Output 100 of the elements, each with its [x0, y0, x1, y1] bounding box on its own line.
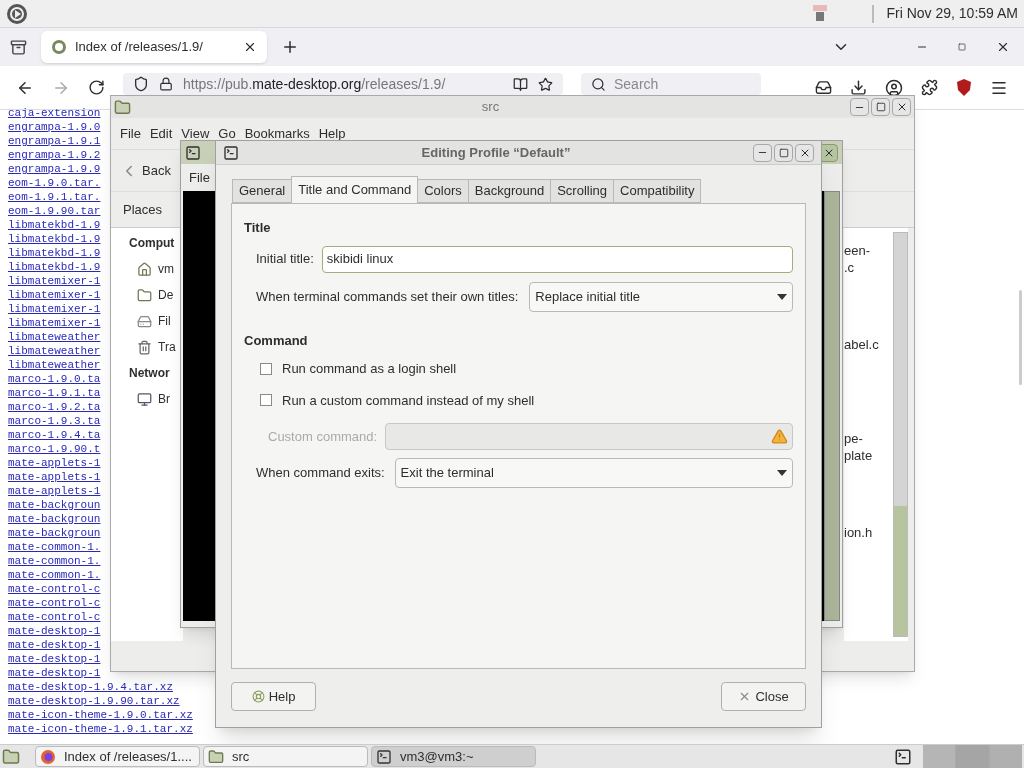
file-link[interactable]: mate-desktop-1	[8, 625, 101, 637]
workspace-switcher[interactable]	[923, 744, 1022, 768]
file-link[interactable]: libmatekbd-1.9	[8, 219, 101, 231]
file-link[interactable]: mate-control-c	[8, 597, 101, 609]
menu-item[interactable]: Help	[318, 123, 346, 144]
title-mode-dropdown[interactable]: Replace initial title	[529, 281, 793, 312]
tab-list-icon[interactable]	[10, 38, 27, 56]
checkbox-label[interactable]: Run command as a login shell	[282, 359, 457, 379]
close-tab-icon[interactable]	[243, 40, 257, 54]
menu-item[interactable]: File	[120, 123, 141, 144]
file-link[interactable]: marco-1.9.0.ta	[8, 373, 101, 385]
file-link[interactable]: libmatemixer-1	[8, 275, 101, 287]
reader-view-icon[interactable]	[513, 76, 528, 92]
taskbar-button[interactable]: Index of /releases/1....	[35, 746, 200, 767]
help-button[interactable]: Help	[231, 682, 316, 711]
tab[interactable]: Scrolling	[550, 179, 615, 203]
clock[interactable]: Fri Nov 29, 10:59 AM	[886, 3, 1018, 24]
file-link[interactable]: mate-icon-theme-1.9.1.tar.xz	[8, 723, 193, 735]
terminal-tray-icon[interactable]	[894, 747, 912, 766]
file-link[interactable]: libmatemixer-1	[8, 289, 101, 301]
account-icon[interactable]	[885, 78, 903, 97]
network-tray-icon[interactable]	[812, 3, 829, 24]
file-link[interactable]: marco-1.9.1.ta	[8, 387, 101, 399]
file-link[interactable]: libmateweather	[8, 359, 101, 371]
file-name[interactable]: pe- plate	[844, 430, 893, 464]
sidebar-item[interactable]: De	[158, 286, 174, 304]
file-link[interactable]: libmateweather	[8, 331, 101, 343]
file-link[interactable]: mate-common-1.	[8, 555, 101, 567]
file-link[interactable]: mate-desktop-1	[8, 667, 101, 679]
exit-action-dropdown[interactable]: Exit the terminal	[394, 458, 793, 488]
scrollbar[interactable]	[893, 232, 908, 637]
scrollbar[interactable]	[824, 191, 840, 621]
checkbox[interactable]	[260, 394, 272, 407]
initial-title-field[interactable]: skibidi linux	[321, 245, 793, 273]
file-link[interactable]: mate-backgroun	[8, 527, 101, 539]
file-link[interactable]: eom-1.9.1.tar.	[8, 191, 101, 203]
menu-item[interactable]: Edit	[149, 123, 173, 144]
places-label[interactable]: Places	[123, 199, 163, 220]
file-link[interactable]: mate-desktop-1	[8, 639, 101, 651]
page-scrollbar[interactable]	[1019, 290, 1022, 385]
maximize-icon[interactable]	[958, 43, 966, 51]
file-link[interactable]: mate-common-1.	[8, 569, 101, 581]
close-button[interactable]: Close	[721, 682, 806, 711]
file-name[interactable]: abel.c	[844, 336, 893, 353]
menu-item[interactable]: View	[181, 123, 210, 144]
file-link[interactable]: libmatekbd-1.9	[8, 233, 101, 245]
sidebar-item[interactable]: Br	[158, 390, 170, 408]
file-link[interactable]: mate-applets-1	[8, 471, 101, 483]
file-link[interactable]: mate-desktop-1.9.90.tar.xz	[8, 695, 180, 707]
menu-logo-icon[interactable]	[6, 2, 28, 25]
file-link[interactable]: marco-1.9.2.ta	[8, 401, 101, 413]
file-link[interactable]: libmatekbd-1.9	[8, 261, 101, 273]
file-link[interactable]: marco-1.9.4.ta	[8, 429, 101, 441]
file-link[interactable]: eom-1.9.90.tar	[8, 205, 101, 217]
taskbar-button[interactable]: vm3@vm3:~	[371, 746, 536, 767]
address-bar[interactable]: https://pub.mate-desktop.org/releases/1.9/	[123, 73, 563, 95]
menu-item[interactable]: Go	[218, 123, 236, 144]
checkbox[interactable]	[260, 362, 272, 375]
taskbar-button[interactable]: src	[203, 746, 368, 767]
file-link[interactable]: libmatekbd-1.9	[8, 247, 101, 259]
file-link[interactable]: marco-1.9.3.ta	[8, 415, 101, 427]
tab[interactable]: General	[232, 179, 293, 203]
file-link[interactable]: libmatemixer-1	[8, 317, 101, 329]
close-button[interactable]	[892, 98, 911, 116]
browser-tab[interactable]: Index of /releases/1.9/	[41, 31, 267, 63]
maximize-button[interactable]	[871, 98, 890, 116]
file-link[interactable]: caja-extension	[8, 107, 101, 119]
file-link[interactable]: mate-applets-1	[8, 485, 101, 497]
file-link[interactable]: mate-control-c	[8, 611, 101, 623]
file-link[interactable]: engrampa-1.9.2	[8, 149, 101, 161]
sidebar-item[interactable]: vm	[158, 260, 174, 278]
back-button[interactable]: Back	[120, 160, 171, 181]
shield-extension-icon[interactable]	[956, 79, 972, 96]
tab[interactable]: Title and Command	[291, 176, 419, 203]
pocket-icon[interactable]	[815, 79, 832, 96]
checkbox-label[interactable]: Run a custom command instead of my shell	[282, 390, 535, 410]
file-link[interactable]: mate-desktop-1.9.4.tar.xz	[8, 681, 174, 693]
file-link[interactable]: engrampa-1.9.0	[8, 121, 101, 133]
menu-item[interactable]: File	[189, 167, 210, 188]
file-link[interactable]: mate-common-1.	[8, 541, 101, 553]
show-desktop-icon[interactable]	[2, 747, 20, 766]
file-link[interactable]: eom-1.9.0.tar.	[8, 177, 101, 189]
file-link[interactable]: engrampa-1.9.9	[8, 163, 101, 175]
extensions-icon[interactable]	[921, 79, 938, 96]
lock-icon[interactable]	[159, 77, 173, 91]
file-link[interactable]: mate-control-c	[8, 583, 101, 595]
tab[interactable]: Compatibility	[613, 179, 702, 203]
download-icon[interactable]	[850, 79, 867, 96]
shield-icon[interactable]	[133, 76, 149, 92]
sidebar-item[interactable]: Tra	[158, 338, 176, 356]
file-name[interactable]: een- .c	[844, 242, 893, 276]
tab[interactable]: Colors	[417, 179, 469, 203]
file-link[interactable]: libmatemixer-1	[8, 303, 101, 315]
sidebar-item[interactable]: Fil	[158, 312, 171, 330]
reload-icon[interactable]	[88, 79, 105, 96]
file-link[interactable]: mate-desktop-1	[8, 653, 101, 665]
new-tab-icon[interactable]	[281, 38, 299, 56]
file-link[interactable]: mate-icon-theme-1.9.0.tar.xz	[8, 709, 193, 721]
file-link[interactable]: engrampa-1.9.1	[8, 135, 101, 147]
file-link[interactable]: mate-backgroun	[8, 499, 101, 511]
